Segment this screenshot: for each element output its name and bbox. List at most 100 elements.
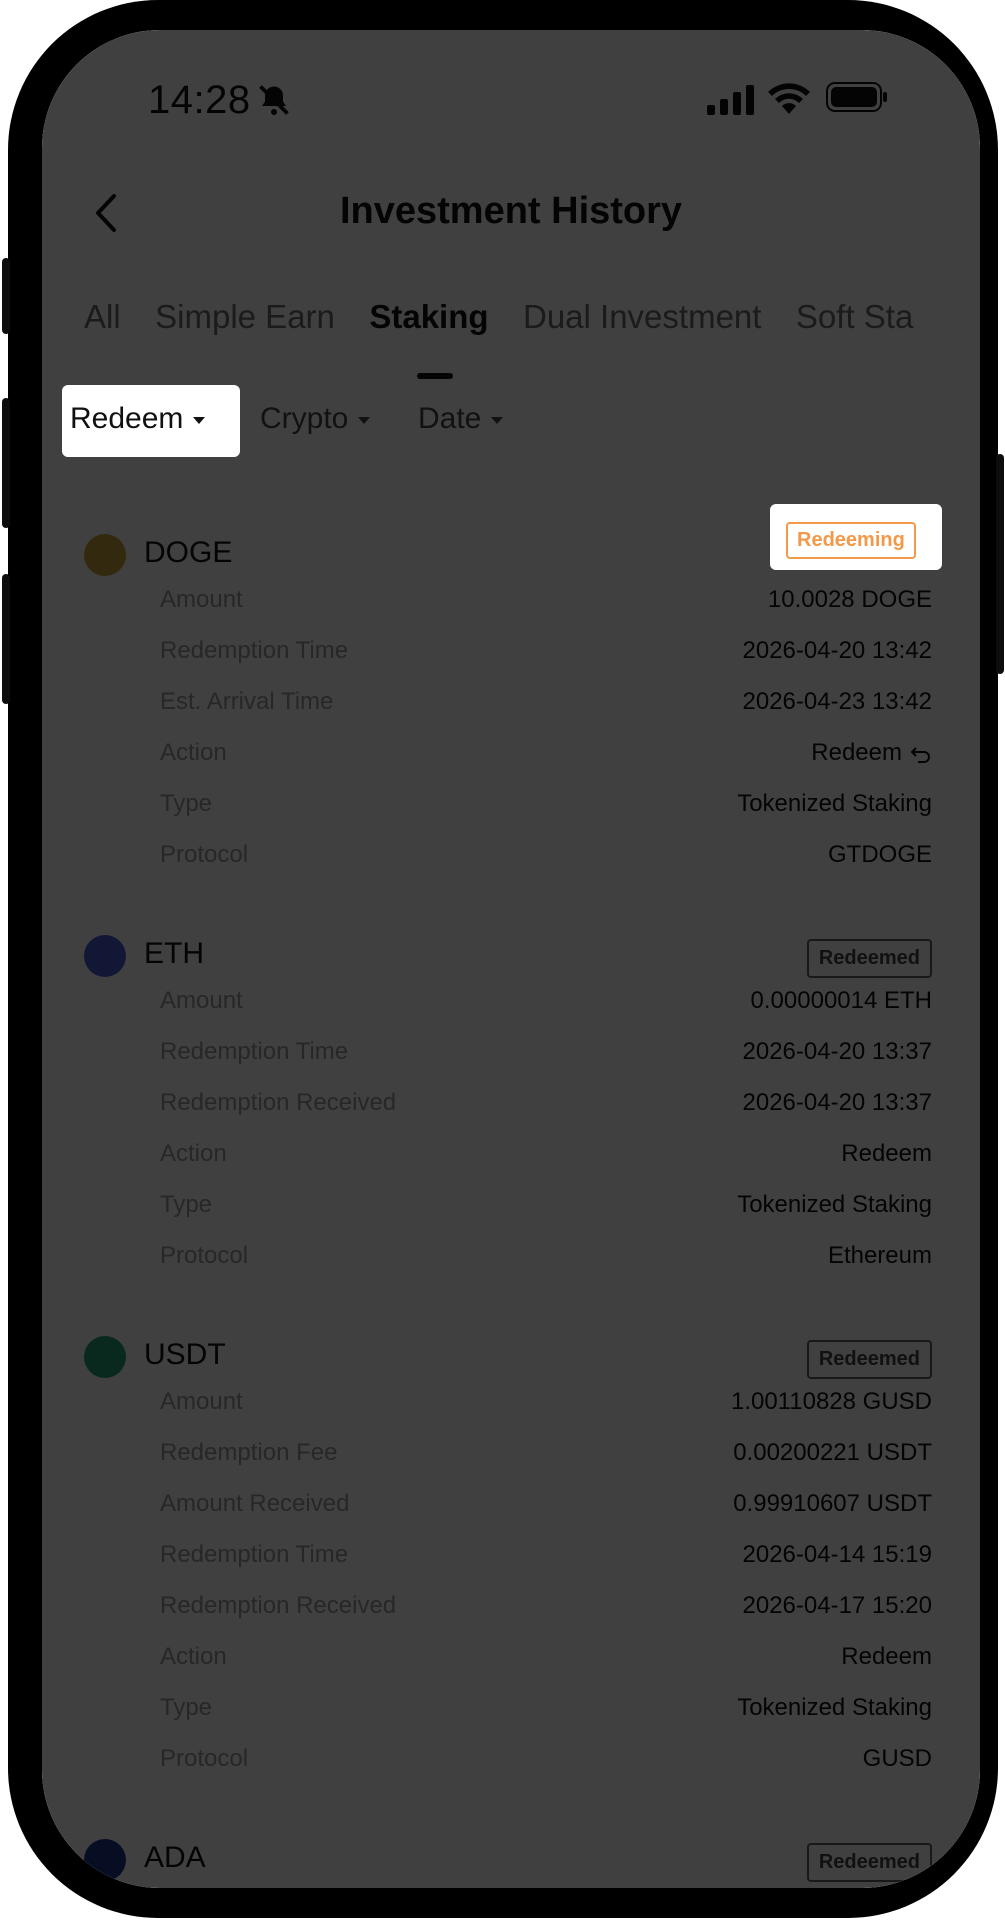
detail-label: Action (160, 1140, 227, 1167)
detail-value-text: 2026-04-20 13:37 (742, 1038, 933, 1065)
undo-icon (910, 746, 930, 763)
detail-label: Amount (160, 586, 243, 613)
detail-value-text: 2026-04-17 15:20 (742, 1592, 933, 1619)
detail-value-text: 2026-04-23 13:42 (742, 688, 933, 715)
detail-label: Redemption Received (160, 1089, 397, 1116)
tab-simple-earn[interactable]: Simple Earn (155, 298, 335, 336)
detail-label: Redemption Time (160, 637, 349, 664)
detail-value-text: 1.00110828 GUSD (730, 1388, 932, 1415)
filter-crypto-dropdown[interactable]: Crypto (260, 402, 371, 436)
coin-name: DOGE (144, 536, 233, 569)
tab-bar: All Simple Earn Staking Dual Investment … (84, 298, 964, 388)
detail-label: Type (160, 1694, 213, 1721)
record-header: ETH Redeemed (84, 935, 944, 979)
active-tab-indicator (417, 373, 453, 379)
detail-value-text: Redeem (811, 739, 902, 766)
detail-value-text: GTDOGE (827, 841, 932, 868)
bell-off-icon (259, 85, 289, 115)
detail-value: 2026-04-20 13:37 (743, 1089, 933, 1117)
caret-down-icon (358, 416, 371, 424)
tab-dual-investment[interactable]: Dual Investment (523, 298, 761, 336)
detail-label: Type (160, 1191, 213, 1218)
detail-label: Protocol (160, 1745, 249, 1772)
detail-value-text: 0.00000014 ETH (750, 987, 932, 1014)
record-header: ADA Redeemed (84, 1839, 944, 1883)
screen: 14:28 Investment History All Simple Earn… (42, 30, 980, 1888)
detail-value: Redeem (841, 1140, 932, 1168)
detail-value: GTDOGE (828, 841, 932, 869)
detail-value: 2026-04-17 15:20 (743, 1592, 933, 1620)
detail-value: 0.00000014 ETH (751, 987, 932, 1015)
detail-value: Redeem (841, 1643, 932, 1671)
side-button-volume-up (2, 398, 10, 528)
detail-value: 2026-04-14 15:19 (743, 1541, 933, 1569)
coin-name: ADA (144, 1841, 206, 1874)
detail-label: Redemption Fee (160, 1439, 338, 1466)
detail-value-text: Tokenized Staking (737, 1191, 932, 1218)
detail-label: Amount (160, 1388, 243, 1415)
filter-type-dropdown[interactable]: Redeem (70, 402, 206, 436)
battery-icon (826, 82, 887, 112)
side-button-volume-down (2, 574, 10, 704)
detail-value: 2026-04-20 13:42 (743, 637, 933, 665)
detail-value-text: 2026-04-20 13:42 (742, 637, 933, 664)
detail-label: Protocol (160, 841, 249, 868)
detail-label: Est. Arrival Time (160, 688, 334, 715)
detail-value-text: 2026-04-14 15:19 (742, 1541, 933, 1568)
eth-coin-icon (84, 935, 126, 977)
detail-label: Redemption Received (160, 1592, 397, 1619)
detail-value-text: Tokenized Staking (737, 790, 932, 817)
detail-value: Ethereum (828, 1242, 932, 1270)
detail-value: 2026-04-23 13:42 (743, 688, 933, 716)
detail-label: Protocol (160, 1242, 249, 1269)
detail-value-text: 0.99910607 USDT (733, 1490, 932, 1517)
detail-value[interactable]: Redeem (811, 739, 932, 767)
detail-value-text: 10.0028 DOGE (767, 586, 932, 613)
status-badge: Redeemed (806, 1340, 932, 1379)
detail-value-text: 2026-04-20 13:37 (742, 1089, 933, 1116)
detail-label: Amount (160, 987, 243, 1014)
record-header: USDT Redeemed (84, 1336, 944, 1380)
detail-value-text: 0.00200221 USDT (733, 1439, 932, 1466)
detail-value-text: Tokenized Staking (737, 1694, 932, 1721)
status-time: 14:28 (148, 78, 251, 122)
detail-value-text: Ethereum (827, 1242, 932, 1269)
detail-value: 0.99910607 USDT (733, 1490, 932, 1518)
filter-crypto-label: Crypto (260, 402, 349, 435)
cellular-signal-icon (707, 85, 754, 115)
detail-value-text: GUSD (862, 1745, 932, 1772)
filter-date-dropdown[interactable]: Date (418, 402, 504, 436)
usdt-coin-icon (84, 1336, 126, 1378)
doge-coin-icon (84, 534, 126, 576)
wifi-icon (768, 83, 810, 114)
detail-value: 1.00110828 GUSD (731, 1388, 932, 1416)
detail-label: Action (160, 739, 227, 766)
detail-label: Action (160, 1643, 227, 1670)
detail-value: 2026-04-20 13:37 (743, 1038, 933, 1066)
detail-value: GUSD (863, 1745, 932, 1773)
tab-all[interactable]: All (84, 298, 121, 336)
detail-value: 0.00200221 USDT (733, 1439, 932, 1467)
detail-value: 10.0028 DOGE (768, 586, 932, 614)
filter-date-label: Date (418, 402, 482, 435)
tab-soft-staking[interactable]: Soft Sta (796, 298, 913, 336)
status-badge: Redeemed (806, 939, 932, 978)
tab-staking[interactable]: Staking (369, 298, 488, 336)
status-badge-redeeming: Redeeming (786, 522, 916, 559)
detail-value: Tokenized Staking (737, 1191, 932, 1219)
caret-down-icon (193, 416, 206, 424)
caret-down-icon (491, 416, 504, 424)
detail-value-text: Redeem (841, 1643, 932, 1670)
phone-frame: 14:28 Investment History All Simple Earn… (2, 0, 1004, 1918)
status-badge: Redeemed (806, 1843, 932, 1882)
coin-name: ETH (144, 937, 204, 970)
side-button-silent (2, 258, 10, 334)
ada-coin-icon (84, 1839, 126, 1881)
detail-value: Tokenized Staking (737, 790, 932, 818)
detail-value-text: Redeem (841, 1140, 932, 1167)
detail-label: Redemption Time (160, 1038, 349, 1065)
detail-label: Redemption Time (160, 1541, 349, 1568)
detail-value: Tokenized Staking (737, 1694, 932, 1722)
detail-label: Amount Received (160, 1490, 350, 1517)
side-button-power (996, 454, 1004, 674)
